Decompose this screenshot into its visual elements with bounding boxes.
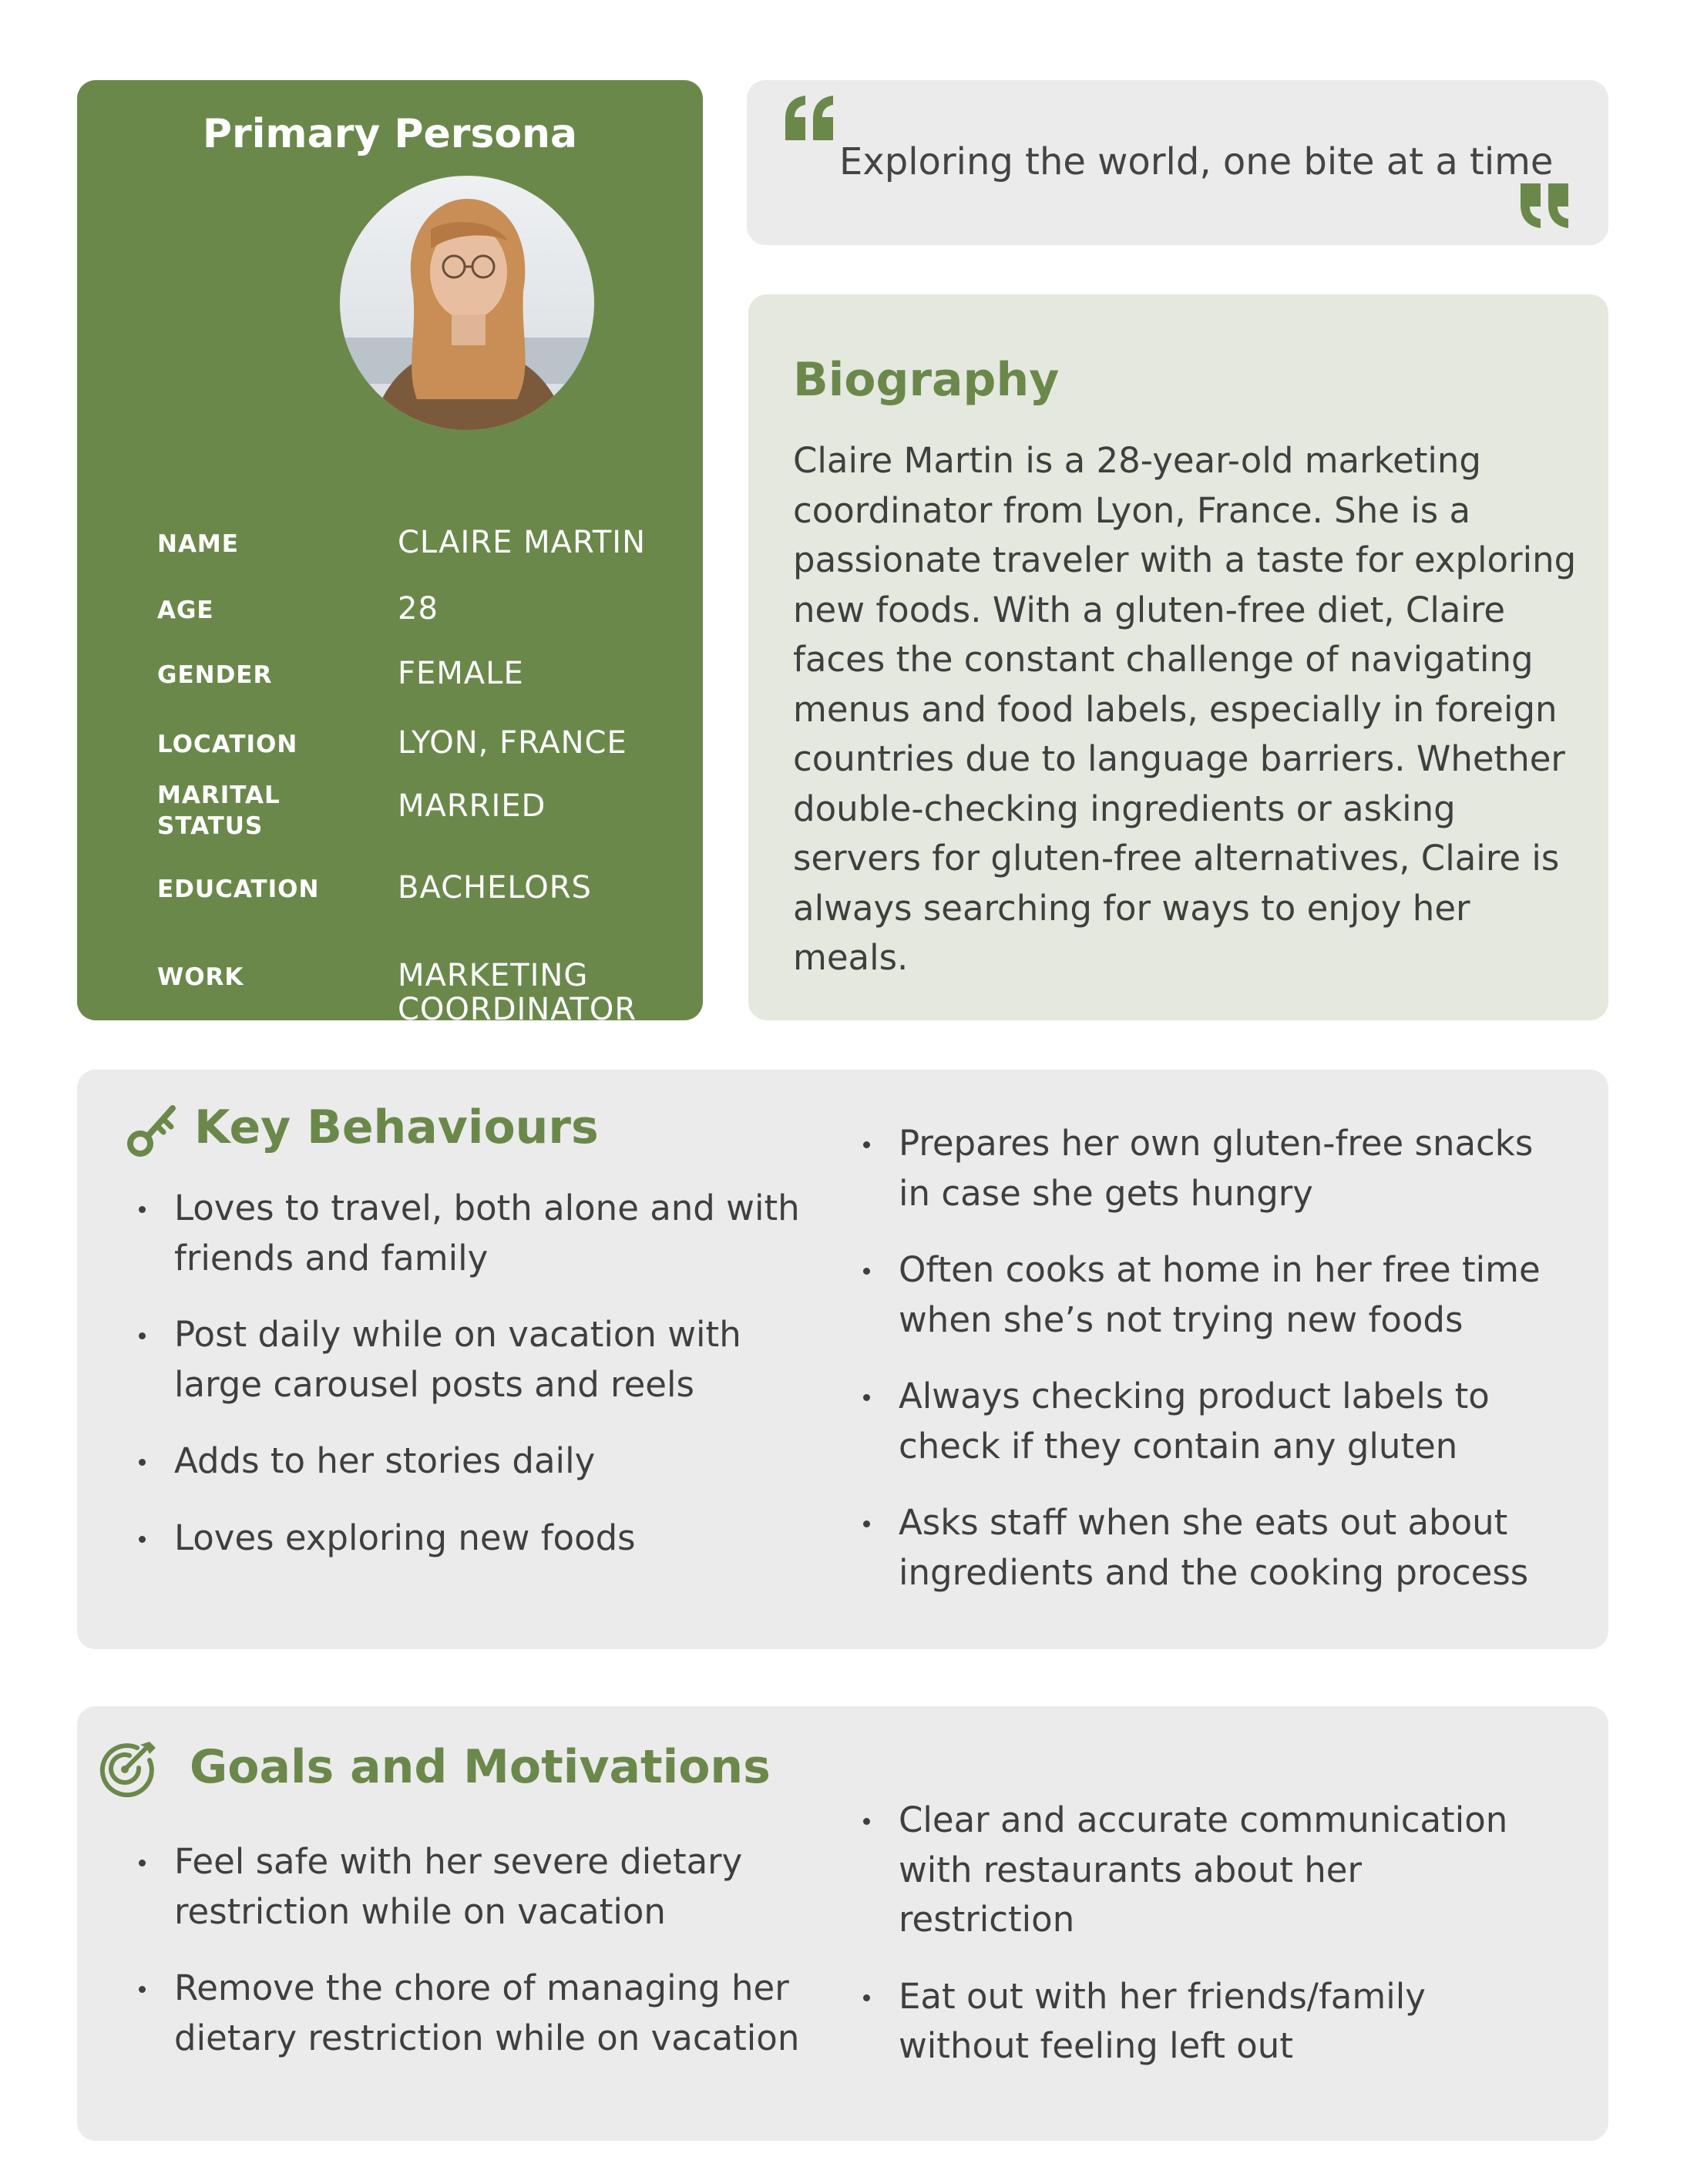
list-item: Clear and accurate communication with re…: [863, 1796, 1526, 1945]
list-item: Always checking product labels to check …: [863, 1372, 1557, 1471]
field-label: MARITAL STATUS: [157, 781, 281, 840]
field-label: GENDER: [157, 661, 273, 689]
key-behaviours-title: Key Behaviours: [194, 1100, 599, 1154]
quote-text: Exploring the world, one bite at a time: [839, 140, 1554, 183]
goals-card: Goals and Motivations Feel safe with her…: [77, 1706, 1608, 2141]
field-value: LYON, FRANCE: [398, 725, 627, 761]
target-icon: [96, 1737, 160, 1805]
key-icon: [125, 1097, 180, 1162]
persona-card: Primary Persona NAME CLAIRE MARTIN AGE 2…: [77, 80, 703, 1026]
field-value: FEMALE: [398, 656, 524, 691]
behaviours-list-right: Prepares her own gluten-free snacks in c…: [863, 1119, 1557, 1625]
field-value: MARKETING COORDINATOR: [398, 958, 637, 1027]
biography-title: Biography: [793, 353, 1060, 407]
list-item: Often cooks at home in her free time whe…: [863, 1245, 1557, 1345]
field-label: WORK: [157, 963, 244, 991]
field-value: BACHELORS: [398, 870, 592, 906]
list-item: Loves exploring new foods: [139, 1514, 817, 1564]
biography-card: Biography Claire Martin is a 28-year-old…: [748, 294, 1608, 1020]
field-value: 28: [398, 591, 439, 627]
list-item: Asks staff when she eats out about ingre…: [863, 1498, 1557, 1598]
close-quote-icon: [1517, 182, 1571, 233]
field-label: NAME: [157, 530, 239, 558]
field-label: EDUCATION: [157, 875, 320, 903]
list-item: Post daily while on vacation with large …: [139, 1310, 817, 1410]
field-label: AGE: [157, 596, 214, 624]
goals-title: Goals and Motivations: [190, 1740, 771, 1794]
list-item: Remove the chore of managing her dietary…: [139, 1964, 817, 2063]
list-item: Loves to travel, both alone and with fri…: [139, 1184, 817, 1283]
behaviours-list-left: Loves to travel, both alone and with fri…: [139, 1184, 817, 1590]
field-value: CLAIRE MARTIN: [398, 525, 646, 560]
open-quote-icon: [782, 94, 836, 145]
list-item: Prepares her own gluten-free snacks in c…: [863, 1119, 1557, 1218]
list-item: Feel safe with her severe dietary restri…: [139, 1837, 817, 1937]
list-item: Adds to her stories daily: [139, 1436, 817, 1487]
quote-card: Exploring the world, one bite at a time: [747, 80, 1608, 245]
biography-text: Claire Martin is a 28-year-old marketing…: [793, 440, 1577, 978]
avatar: [340, 176, 594, 430]
field-label: LOCATION: [157, 731, 298, 758]
list-item: Eat out with her friends/family without …: [863, 1972, 1526, 2071]
goals-list-right: Clear and accurate communication with re…: [863, 1796, 1526, 2098]
key-behaviours-card: Key Behaviours Loves to travel, both alo…: [77, 1070, 1608, 1649]
goals-list-left: Feel safe with her severe dietary restri…: [139, 1837, 817, 2090]
persona-title: Primary Persona: [202, 111, 578, 157]
field-value: MARRIED: [398, 788, 546, 824]
